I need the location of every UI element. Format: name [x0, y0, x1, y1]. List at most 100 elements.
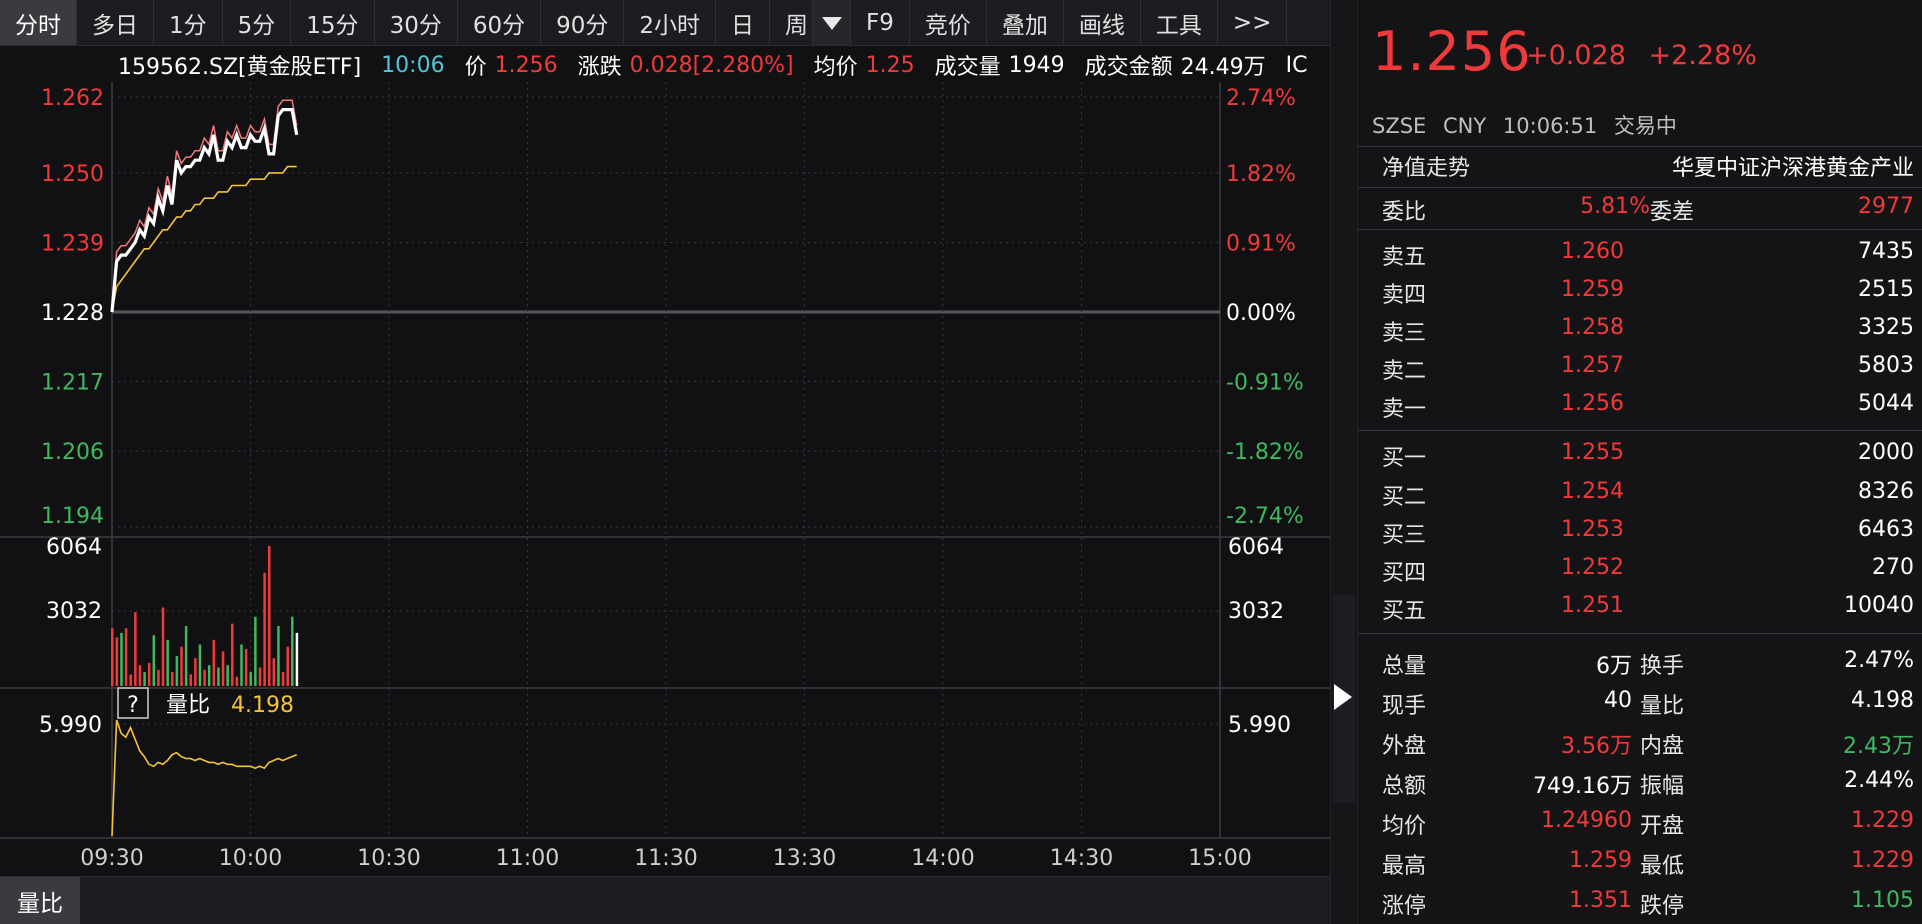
stat-value: 40: [1604, 688, 1632, 713]
tab-1min[interactable]: 1分: [154, 0, 223, 45]
bid-price: 1.255: [1561, 440, 1624, 465]
tab-intraday[interactable]: 分时: [0, 0, 77, 45]
tools-button[interactable]: 工具: [1141, 0, 1218, 45]
stat-label: 最低: [1640, 854, 1685, 879]
nav-row[interactable]: 净值走势 华夏中证沪深港黄金产业: [1358, 146, 1922, 181]
ask-volume: 3325: [1858, 315, 1914, 340]
stats-row: 外盘 3.56万 内盘 2.43万: [1358, 724, 1922, 759]
tab-90min[interactable]: 90分: [541, 0, 625, 45]
volume-bar: [291, 616, 294, 686]
stats-row: 涨停 1.351 跌停 1.105: [1358, 884, 1922, 919]
ask-label: 卖四: [1382, 283, 1427, 308]
volume-bar: [147, 662, 151, 686]
bid-row[interactable]: 买一 1.255 2000: [1358, 436, 1922, 471]
volume-bar: [263, 572, 266, 686]
percent-axis-label: 0.91%: [1226, 231, 1296, 256]
ask-price: 1.257: [1561, 353, 1624, 378]
volume-bar: [249, 672, 252, 686]
stat-label: 振幅: [1640, 774, 1685, 799]
time-axis-label: 14:30: [1050, 846, 1113, 871]
ask-row[interactable]: 卖二 1.257 5803: [1358, 349, 1922, 384]
bid-row[interactable]: 买三 1.253 6463: [1358, 513, 1922, 548]
tab-volume-ratio[interactable]: 量比: [0, 877, 80, 924]
time-axis-label: 09:30: [80, 846, 143, 871]
volume-axis-label: 6064: [46, 535, 102, 560]
tab-week[interactable]: 周: [770, 0, 814, 45]
tab-15min[interactable]: 15分: [291, 0, 375, 45]
stats-row: 均价 1.24960 开盘 1.229: [1358, 804, 1922, 839]
ask-row[interactable]: 卖三 1.258 3325: [1358, 311, 1922, 346]
stat-label: 最高: [1382, 854, 1427, 879]
volume-bar: [258, 667, 262, 686]
ask-price: 1.256: [1561, 391, 1624, 416]
stat-label: 内盘: [1640, 734, 1685, 759]
ask-volume: 2515: [1858, 277, 1914, 302]
stats-row: 现手 40 量比 4.198: [1358, 684, 1922, 719]
tab-30min[interactable]: 30分: [375, 0, 458, 45]
stat-label: 外盘: [1382, 734, 1427, 759]
stat-value: 2.47%: [1844, 648, 1914, 673]
price-axis-label: 1.194: [41, 504, 104, 529]
stat-label: 现手: [1382, 694, 1427, 719]
stat-label: 换手: [1640, 654, 1685, 679]
tab-5min[interactable]: 5分: [223, 0, 292, 45]
time-axis-label: 15:00: [1188, 846, 1251, 871]
bid-row[interactable]: 买二 1.254 8326: [1358, 475, 1922, 510]
f9-button[interactable]: F9: [851, 0, 910, 45]
change-value: 0.028[2.280%]: [629, 52, 794, 78]
auction-button[interactable]: 竞价: [910, 0, 987, 45]
exchange: SZSE: [1372, 114, 1427, 138]
volume-bar: [184, 625, 188, 686]
collapse-panel-arrow-icon[interactable]: [1334, 684, 1352, 710]
volume-bar: [277, 625, 280, 686]
bid-volume: 270: [1872, 555, 1914, 580]
volume-bar: [226, 665, 229, 686]
bid-row[interactable]: 买五 1.251 10040: [1358, 589, 1922, 624]
ask-row[interactable]: 卖五 1.260 7435: [1358, 235, 1922, 270]
weicha-label: 委差: [1650, 200, 1695, 225]
stat-label: 总额: [1382, 774, 1427, 799]
ask-row[interactable]: 卖四 1.259 2515: [1358, 273, 1922, 308]
volume-bar: [203, 669, 206, 686]
quote-time: 10:06:51: [1502, 114, 1598, 138]
change-percent: +2.28%: [1648, 40, 1757, 71]
time-axis-label: 13:30: [773, 846, 836, 871]
volume-bar: [207, 665, 211, 686]
stat-value: 749.16万: [1533, 774, 1632, 799]
tab-day[interactable]: 日: [716, 0, 771, 45]
volume-axis-label: 3032: [1228, 599, 1284, 624]
bid-price: 1.251: [1561, 593, 1624, 618]
price-label: 价: [464, 55, 487, 80]
period-dropdown-button[interactable]: [813, 0, 852, 45]
info-trail: IC: [1285, 52, 1308, 78]
stat-label: 均价: [1382, 814, 1427, 839]
stat-value: 1.259: [1569, 848, 1632, 873]
volume-bar: [157, 669, 160, 686]
volume-bar: [194, 658, 197, 686]
ask-row[interactable]: 卖一 1.256 5044: [1358, 387, 1922, 422]
stat-label: 总量: [1382, 654, 1427, 679]
volume-bar: [129, 674, 132, 686]
stat-value: 3.56万: [1561, 734, 1632, 759]
tab-2hour[interactable]: 2小时: [624, 0, 717, 45]
bid-volume: 6463: [1858, 517, 1914, 542]
overlay-button[interactable]: 叠加: [987, 0, 1064, 45]
draw-line-button[interactable]: 画线: [1064, 0, 1141, 45]
stat-label: 涨停: [1382, 894, 1427, 919]
intraday-chart[interactable]: 1.262 2.74% 1.250 1.82% 1.239 0.91% 1.228 0.00%…: [0, 82, 1330, 876]
divider: [1358, 229, 1922, 230]
stats-row: 最高 1.259 最低 1.229: [1358, 844, 1922, 879]
tab-60min[interactable]: 60分: [458, 0, 542, 45]
bid-row[interactable]: 买四 1.252 270: [1358, 551, 1922, 586]
price-axis-label: 1.206: [41, 440, 104, 465]
volume-bar: [166, 639, 169, 686]
ask-label: 卖五: [1382, 245, 1427, 270]
volume-bar: [281, 672, 285, 686]
tab-multi-day[interactable]: 多日: [77, 0, 154, 45]
time-axis-label: 11:30: [634, 846, 697, 871]
volume-bar: [120, 632, 123, 686]
ratio-value: 4.198: [231, 693, 294, 718]
more-button[interactable]: >>: [1218, 0, 1288, 45]
bid-label: 买五: [1382, 599, 1427, 624]
percent-axis-label: 0.00%: [1226, 301, 1296, 326]
